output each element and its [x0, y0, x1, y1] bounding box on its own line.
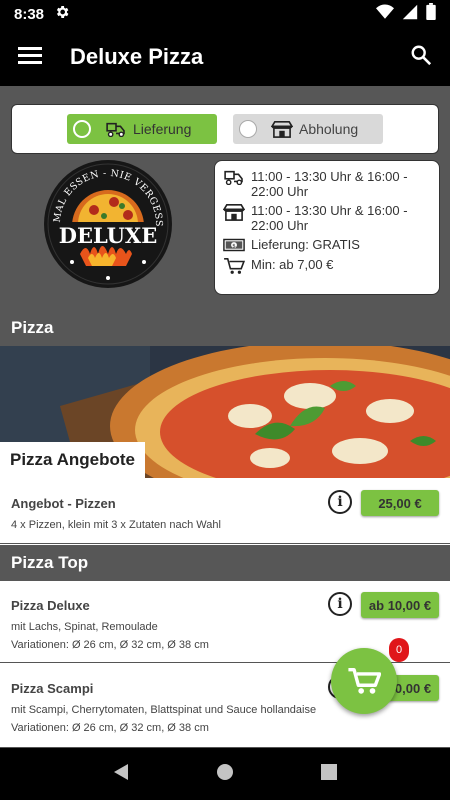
restaurant-info-card: 11:00 - 13:30 Uhr & 16:00 - 22:00 Uhr 11… [214, 160, 440, 295]
product-variations: Variationen: Ø 26 cm, Ø 32 cm, Ø 38 cm [11, 722, 209, 734]
delivery-hours-text: 11:00 - 13:30 Uhr & 16:00 - 22:00 Uhr [251, 169, 408, 199]
product-info-icon[interactable]: i [328, 490, 352, 514]
product-item-pizza-deluxe[interactable]: Pizza Deluxe mit Lachs, Spinat, Remoulad… [0, 581, 450, 663]
app-bar: Deluxe Pizza [0, 28, 450, 86]
product-description: 4 x Pizzen, klein mit 3 x Zutaten nach W… [11, 519, 221, 531]
delivery-fee-text: Lieferung: GRATIS [251, 237, 360, 252]
cart-count-badge: 0 [389, 638, 409, 662]
add-to-cart-price-button[interactable]: ab 10,00 € [361, 592, 439, 618]
back-icon[interactable] [113, 763, 129, 786]
delivery-hours-row: 11:00 - 13:30 Uhr & 16:00 - 22:00 Uhr [223, 169, 431, 199]
minimum-order-text: Min: ab 7,00 € [251, 257, 334, 272]
delivery-label: Lieferung [133, 121, 192, 137]
product-info-icon[interactable]: i [328, 592, 352, 616]
home-icon[interactable] [216, 763, 234, 786]
delivery-option-button[interactable]: Lieferung [67, 114, 217, 144]
svg-text:$: $ [232, 243, 236, 249]
restaurant-logo: EINMAL ESSEN - NIE VERGESSEN DELUXE [38, 150, 174, 290]
wifi-icon [376, 4, 394, 25]
delivery-radio-icon [73, 120, 91, 138]
section-title: Pizza Top [11, 553, 89, 572]
shopping-cart-icon [223, 257, 245, 275]
hamburger-menu-icon[interactable] [18, 45, 42, 70]
settings-gear-icon [54, 4, 70, 25]
pickup-radio-icon [239, 120, 257, 138]
logo-brand-text: DELUXE [59, 223, 157, 248]
delivery-scooter-icon [223, 169, 245, 185]
minimum-order-row: Min: ab 7,00 € [223, 257, 431, 275]
status-time: 8:38 [14, 5, 45, 23]
shopping-cart-icon [348, 667, 381, 694]
delivery-fee-row: $ Lieferung: GRATIS [223, 237, 431, 253]
pickup-store-icon [271, 120, 293, 138]
app-title: Deluxe Pizza [70, 44, 204, 69]
search-icon[interactable] [410, 44, 432, 71]
cellular-signal-icon [402, 4, 418, 25]
delivery-scooter-icon [105, 121, 127, 137]
order-mode-toggle: Lieferung Abholung [11, 104, 439, 154]
section-title: Pizza [11, 318, 54, 337]
battery-icon [426, 3, 436, 25]
recent-apps-icon[interactable] [320, 763, 337, 785]
status-bar: 8:38 [0, 0, 450, 28]
section-header-pizza-top: Pizza Top [0, 545, 450, 581]
product-item-angebot-pizzen[interactable]: Angebot - Pizzen 4 x Pizzen, klein mit 3… [0, 478, 450, 544]
category-banner-image[interactable]: Pizza Angebote [0, 346, 450, 478]
pickup-store-icon [223, 203, 245, 221]
pickup-option-button[interactable]: Abholung [233, 114, 383, 144]
pickup-hours-text: 11:00 - 13:30 Uhr & 16:00 - 22:00 Uhr [251, 203, 408, 233]
product-description: mit Lachs, Spinat, Remoulade [11, 621, 158, 633]
section-header-pizza: Pizza [0, 310, 450, 346]
money-icon: $ [223, 237, 245, 253]
system-navigation-bar [0, 748, 450, 800]
add-to-cart-price-button[interactable]: 25,00 € [361, 490, 439, 516]
pickup-hours-row: 11:00 - 13:30 Uhr & 16:00 - 22:00 Uhr [223, 203, 431, 233]
banner-label: Pizza Angebote [0, 442, 145, 478]
cart-fab-button[interactable] [331, 648, 397, 714]
pickup-label: Abholung [299, 121, 359, 137]
